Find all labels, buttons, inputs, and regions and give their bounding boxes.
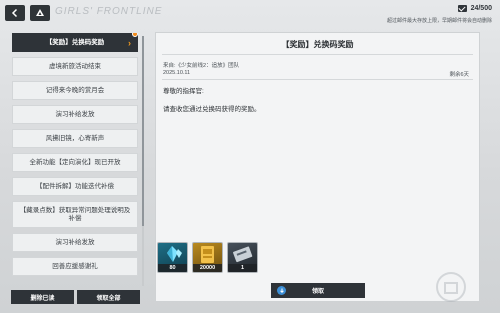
mail-list-item-label: 演习补给发放 [55,238,95,246]
mail-greeting: 尊敬的指挥官: [163,88,204,95]
mail-remaining-time: 剩余6天 [449,72,469,78]
claim-button-label: 领取 [311,289,324,295]
mail-list-item-label: 演习补给发放 [55,110,95,118]
list-scrollbar-thumb[interactable] [142,36,144,226]
mail-sender: 来自:《少女前线2：追放》团队 [163,63,240,69]
reward-quantity: 20000 [193,264,222,272]
credit-card-icon [201,246,214,263]
reward-quantity: 80 [158,264,187,272]
reward-item[interactable]: 20000 [192,242,223,273]
mail-list-item[interactable]: 记得来今晚的赏月会 [12,81,138,100]
divider [162,54,473,55]
mail-list-item[interactable]: 风拂旧镜，心寄新声 [12,129,138,148]
brand-watermark: GIRLS' FRONTLINE [55,6,163,17]
mail-list-item[interactable]: 全新功能【定向演化】现已开放 [12,153,138,172]
mail-capacity: 24/500 [457,5,492,12]
mail-list-item-label: 虚境新旅活动结束 [49,62,101,70]
back-arrow-icon [11,8,18,18]
mail-list-item[interactable]: 虚境新旅活动结束 [12,57,138,76]
mail-list-item[interactable]: 演习补给发放 [12,105,138,124]
claim-button[interactable]: 领取 [271,283,365,298]
reward-item[interactable]: 80 [157,242,188,273]
back-button[interactable] [5,5,25,21]
mail-date: 2025.10.11 [163,70,191,76]
mail-capacity-value: 24/500 [470,5,492,12]
mail-list-item-label: 【配件拆解】功能迭代补偿 [36,182,114,190]
mail-list-item-label: 风拂旧镜，心寄新声 [45,134,105,142]
mail-list-item[interactable]: 【奖励】兑换码奖励 › [12,33,138,52]
mail-list-item[interactable]: 回善应援感谢礼 [12,257,138,276]
mail-list-item[interactable]: 【配件拆解】功能迭代补偿 [12,177,138,196]
capacity-notice: 超过邮件最大存放上限，早期邮件将会自动删除 [386,18,492,24]
top-bar: GIRLS' FRONTLINE 24/500 超过邮件最大存放上限，早期邮件将… [0,0,500,30]
crystal-icon [167,246,182,262]
mail-list-item-label: 回善应援感谢礼 [52,262,98,270]
stamp-decoration-icon [436,272,466,302]
mail-body: 请查收您通过兑换码获得的奖励。 [163,106,261,113]
ticket-icon [233,246,253,263]
mail-title: 【奖励】兑换码奖励 [281,40,354,49]
chevron-right-icon: › [128,38,131,48]
mail-list-item[interactable]: 演习补给发放 [12,233,138,252]
claim-icon [277,286,286,295]
mail-list-item-label: 记得来今晚的赏月会 [45,86,105,94]
delete-read-button[interactable]: 删除已读 [11,290,74,304]
divider [162,79,473,80]
home-logo-icon [36,9,44,16]
reward-list: 80 20000 1 [157,242,258,273]
mail-icon [457,5,467,12]
mail-list-item-label: 全新功能【定向演化】现已开放 [29,158,121,166]
mail-detail-panel: 【奖励】兑换码奖励 来自:《少女前线2：追放》团队 2025.10.11 剩余6… [155,32,480,302]
mail-list: 【奖励】兑换码奖励 › 虚境新旅活动结束 记得来今晚的赏月会 演习补给发放 风拂… [12,33,138,283]
home-button[interactable] [30,5,50,21]
reward-quantity: 1 [228,264,257,272]
mail-list-item[interactable]: 【藏录点数】获取异常问题处理说明及补偿 [12,201,138,228]
unread-dot-icon [132,33,138,37]
claim-all-button[interactable]: 领取全部 [77,290,140,304]
mail-list-item-label: 【藏录点数】获取异常问题处理说明及补偿 [19,206,131,222]
reward-item[interactable]: 1 [227,242,258,273]
mail-list-item-label: 【奖励】兑换码奖励 [45,38,105,46]
